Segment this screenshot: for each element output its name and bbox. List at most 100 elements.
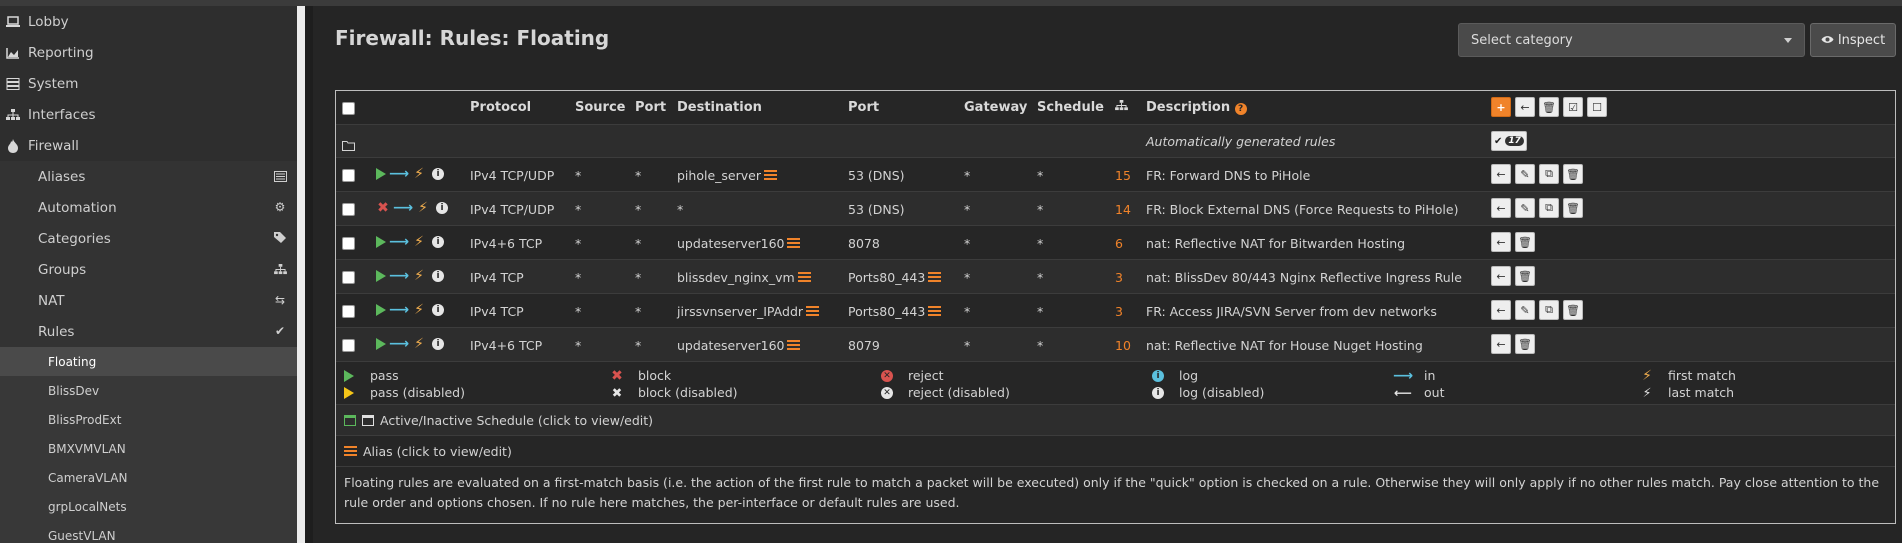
bolt-icon: ⚡	[414, 302, 424, 318]
delete-button[interactable]: 🗑	[1515, 232, 1535, 252]
enable-selected-button[interactable]: ☑	[1563, 97, 1583, 117]
row-checkbox[interactable]	[342, 271, 355, 284]
sidebar-item-label: Rules	[38, 323, 75, 340]
legend-reject-disabled: ✕ reject (disabled)	[880, 385, 1010, 400]
arrow-in-icon: ⟶	[1392, 367, 1414, 384]
col-source-port: Port	[635, 100, 667, 115]
sidebar-item-cameravlan[interactable]: CameraVLAN	[0, 463, 297, 492]
disable-selected-button[interactable]: ☐	[1587, 97, 1607, 117]
pass-icon[interactable]	[376, 304, 386, 316]
info-icon[interactable]: i	[432, 270, 444, 282]
alias-list-icon[interactable]	[787, 340, 801, 351]
sidebar-item-reporting[interactable]: Reporting	[0, 37, 297, 68]
row-checkbox[interactable]	[342, 237, 355, 250]
row-checkbox[interactable]	[342, 339, 355, 352]
delete-button[interactable]: 🗑	[1515, 334, 1535, 354]
sidebar-item-bmxvmvlan[interactable]: BMXVMVLAN	[0, 434, 297, 463]
move-before-button[interactable]: ←	[1491, 232, 1511, 252]
edit-button[interactable]: ✎	[1515, 198, 1535, 218]
move-before-button[interactable]: ←	[1491, 266, 1511, 286]
sidebar-item-guestvlan[interactable]: GuestVLAN	[0, 521, 297, 543]
sidebar-item-categories[interactable]: Categories	[0, 223, 297, 254]
alias-list-icon[interactable]	[928, 306, 942, 317]
rule-destination-port-label: Ports80_443	[848, 304, 926, 319]
move-before-button[interactable]: ←	[1491, 198, 1511, 218]
rule-state-count[interactable]: 3	[1115, 304, 1123, 319]
alias-list-icon[interactable]	[787, 238, 801, 249]
rule-state-count[interactable]: 10	[1115, 338, 1131, 353]
inspect-button[interactable]: Inspect	[1810, 23, 1896, 57]
move-before-button[interactable]: ←	[1491, 300, 1511, 320]
table-row[interactable]: ✖ ⟶ ⚡ i IPv4 TCP/UDP * * * 53 (DNS) * * 14 FR: Block…	[336, 192, 1895, 226]
sidebar-item-system[interactable]: System	[0, 68, 297, 99]
auto-rules-row[interactable]: Automatically generated rules ✔ 17	[336, 125, 1895, 158]
info-icon[interactable]: i	[432, 304, 444, 316]
alias-list-icon[interactable]	[763, 170, 777, 181]
sidebar-item-floating[interactable]: Floating	[0, 347, 297, 376]
block-icon[interactable]: ✖	[376, 200, 390, 216]
rule-state-count[interactable]: 6	[1115, 236, 1123, 251]
table-row[interactable]: ⟶ ⚡ i IPv4 TCP * * jirssvnserver_IPAddr Ports80…	[336, 294, 1895, 328]
pass-icon[interactable]	[376, 270, 386, 282]
sidebar-item-interfaces[interactable]: Interfaces	[0, 99, 297, 130]
edit-button[interactable]: ✎	[1515, 300, 1535, 320]
sidebar-item-label: BMXVMVLAN	[48, 441, 126, 456]
sidebar-item-groups[interactable]: Groups	[0, 254, 297, 285]
move-button[interactable]: ←	[1515, 97, 1535, 117]
info-icon[interactable]: i	[432, 338, 444, 350]
move-before-button[interactable]: ←	[1491, 334, 1511, 354]
question-icon[interactable]: ?	[1234, 103, 1247, 115]
clone-button[interactable]: ⧉	[1539, 164, 1559, 184]
alias-list-icon[interactable]	[928, 272, 942, 283]
edit-button[interactable]: ✎	[1515, 164, 1535, 184]
clone-button[interactable]: ⧉	[1539, 198, 1559, 218]
info-icon[interactable]: i	[436, 202, 448, 214]
alias-list-icon[interactable]	[797, 272, 811, 283]
legend-pass: pass	[342, 368, 399, 383]
sidebar-item-blissdev[interactable]: BlissDev	[0, 376, 297, 405]
sidebar-item-lobby[interactable]: Lobby	[0, 6, 297, 37]
rule-state-count[interactable]: 3	[1115, 270, 1123, 285]
delete-selected-button[interactable]: 🗑	[1539, 97, 1559, 117]
clone-button[interactable]: ⧉	[1539, 300, 1559, 320]
row-checkbox[interactable]	[342, 203, 355, 216]
row-actions: ← ✎ ⧉ 🗑	[1491, 198, 1583, 218]
auto-rules-toggle[interactable]: ✔ 17	[1491, 131, 1527, 151]
delete-button[interactable]: 🗑	[1563, 198, 1583, 218]
sidebar-item-aliases[interactable]: Aliases	[0, 161, 297, 192]
rule-state-count[interactable]: 14	[1115, 202, 1131, 217]
rule-state-count[interactable]: 15	[1115, 168, 1131, 183]
row-checkbox[interactable]	[342, 169, 355, 182]
sidebar-item-label: Aliases	[38, 168, 86, 185]
col-protocol: Protocol	[470, 100, 532, 115]
sidebar-item-label: System	[28, 75, 79, 92]
page-title: Firewall: Rules: Floating	[335, 26, 610, 50]
table-row[interactable]: ⟶ ⚡ i IPv4+6 TCP * * updateserver160 8079 * * 10 na…	[336, 328, 1895, 362]
row-checkbox[interactable]	[342, 305, 355, 318]
table-row[interactable]: ⟶ ⚡ i IPv4 TCP * * blissdev_nginx_vm Ports80_44…	[336, 260, 1895, 294]
delete-button[interactable]: 🗑	[1563, 164, 1583, 184]
sidebar-item-nat[interactable]: NAT ⇆	[0, 285, 297, 316]
select-all-checkbox[interactable]	[342, 102, 355, 115]
sidebar-item-blissprodext[interactable]: BlissProdExt	[0, 405, 297, 434]
sidebar-item-grplocalnets[interactable]: grpLocalNets	[0, 492, 297, 521]
rule-destination-port: Ports80_443	[848, 304, 942, 319]
pass-icon[interactable]	[376, 168, 386, 180]
info-icon[interactable]: i	[432, 168, 444, 180]
sidebar-item-firewall[interactable]: Firewall	[0, 130, 297, 161]
sidebar-item-automation[interactable]: Automation ⚙	[0, 192, 297, 223]
table-row[interactable]: ⟶ ⚡ i IPv4+6 TCP * * updateserver160 8078 * * 6 nat…	[336, 226, 1895, 260]
delete-button[interactable]: 🗑	[1515, 266, 1535, 286]
alias-list-icon[interactable]	[806, 306, 820, 317]
add-rule-button[interactable]: +	[1491, 97, 1511, 117]
table-row[interactable]: ⟶ ⚡ i IPv4 TCP/UDP * * pihole_server 53 (DNS) * *…	[336, 158, 1895, 192]
category-select[interactable]: Select category	[1458, 23, 1805, 57]
sidebar-item-rules[interactable]: Rules ✔	[0, 316, 297, 347]
pass-icon[interactable]	[376, 338, 386, 350]
rule-destination-port: 53 (DNS)	[848, 202, 905, 217]
rule-schedule: *	[1037, 236, 1044, 251]
delete-button[interactable]: 🗑	[1563, 300, 1583, 320]
info-icon[interactable]: i	[432, 236, 444, 248]
move-before-button[interactable]: ←	[1491, 164, 1511, 184]
pass-icon[interactable]	[376, 236, 386, 248]
